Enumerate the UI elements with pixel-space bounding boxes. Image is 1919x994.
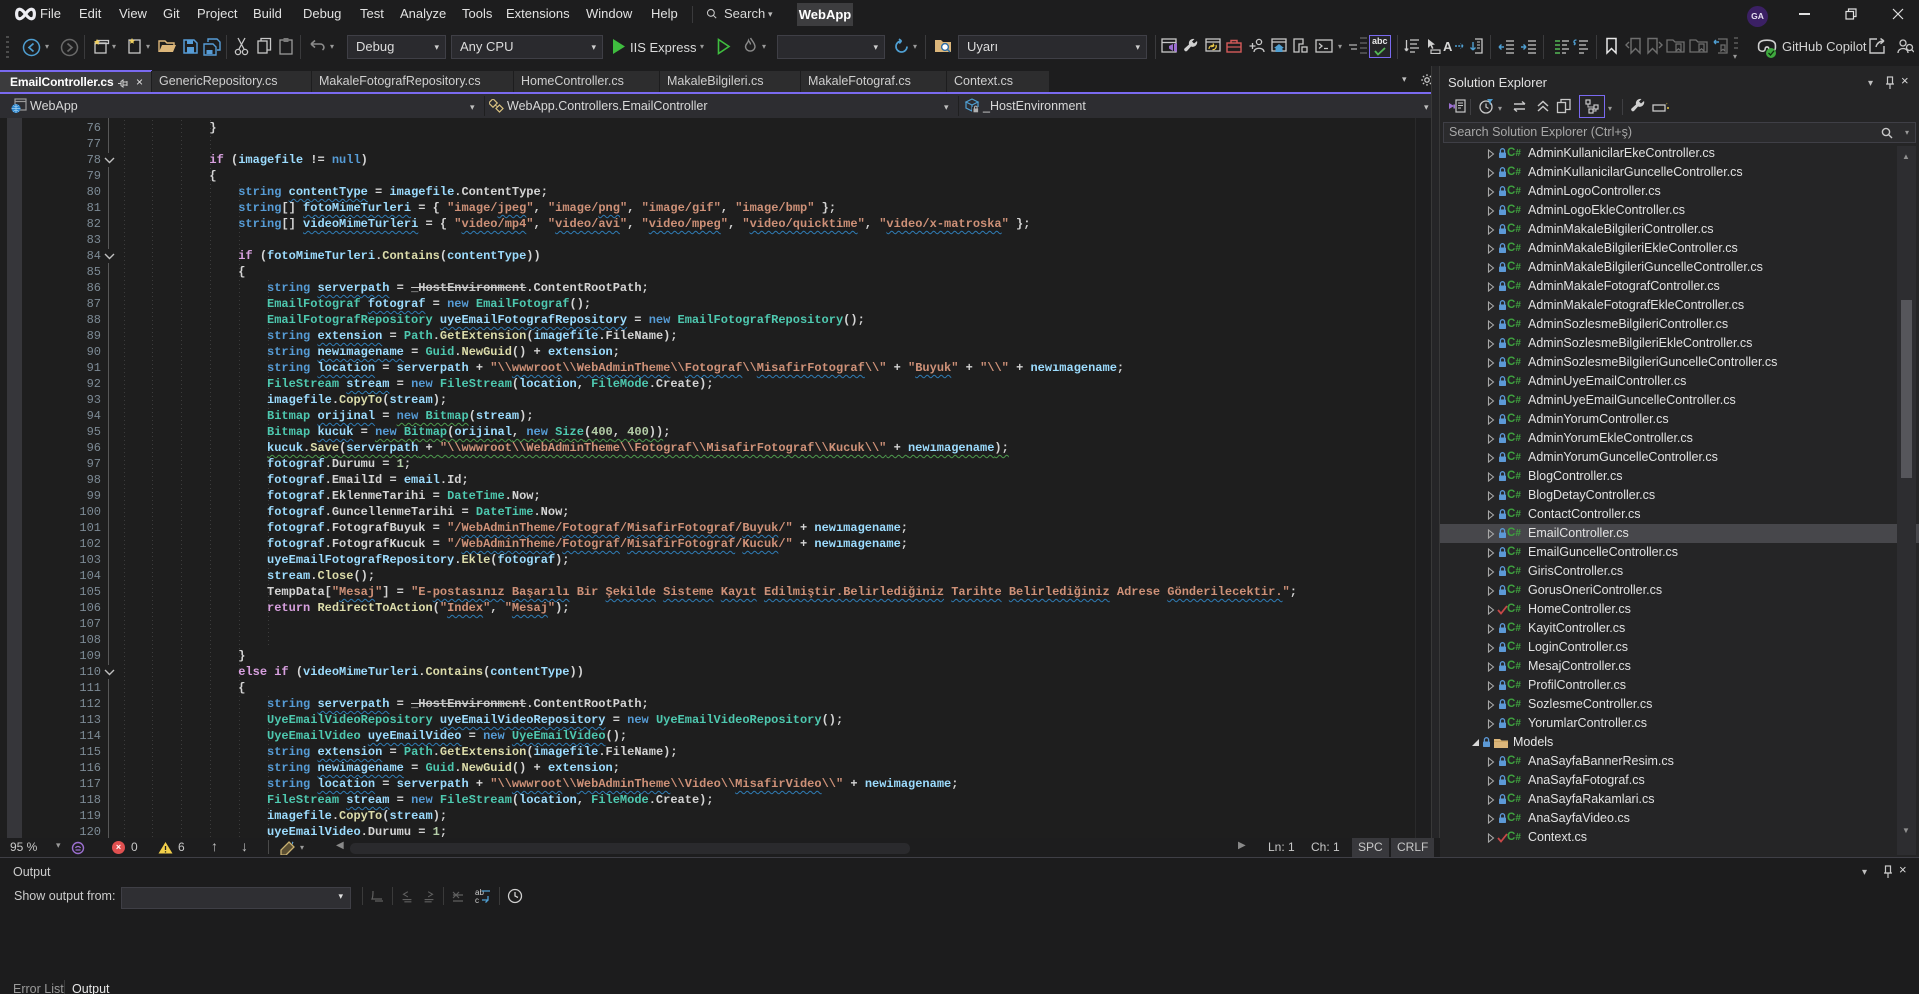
svg-text:c: c xyxy=(475,896,479,905)
